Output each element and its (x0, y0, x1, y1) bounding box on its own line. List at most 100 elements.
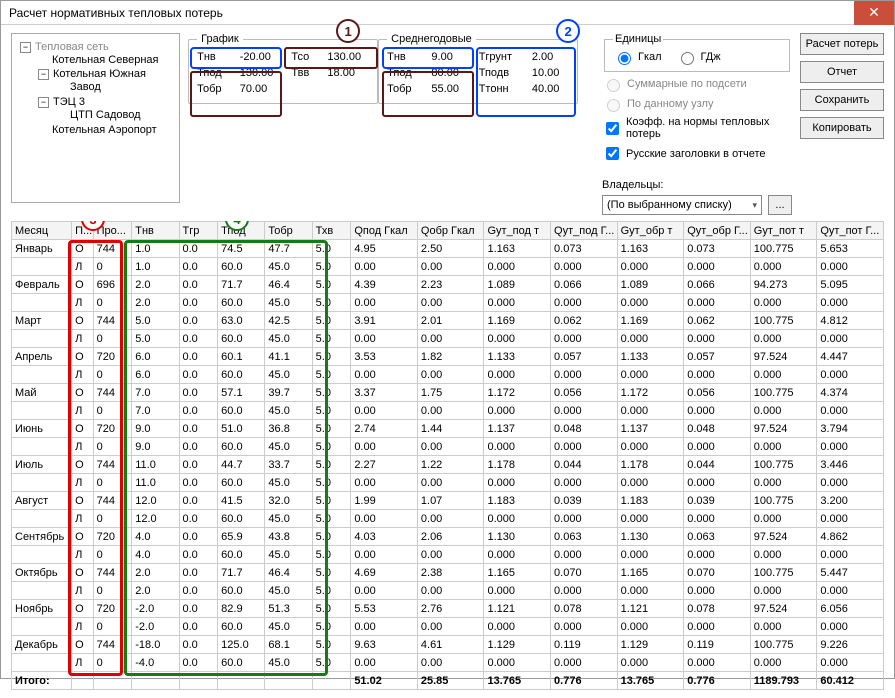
table-cell[interactable]: -2.0 (132, 600, 179, 618)
table-row[interactable]: ОктябрьО7442.00.071.746.45.04.692.381.16… (12, 564, 884, 582)
table-cell[interactable]: 0.000 (817, 438, 884, 456)
table-cell[interactable]: 0.000 (484, 582, 551, 600)
table-cell[interactable]: 0.057 (551, 348, 618, 366)
table-cell[interactable]: 45.0 (265, 546, 312, 564)
table-cell[interactable]: 0.0 (179, 330, 218, 348)
owners-browse-button[interactable]: ... (768, 195, 792, 215)
table-cell[interactable]: 1.133 (484, 348, 551, 366)
table-cell[interactable]: 5.095 (817, 276, 884, 294)
table-cell[interactable]: 6.0 (132, 348, 179, 366)
table-cell[interactable]: 0.000 (684, 474, 751, 492)
table-cell[interactable]: 744 (93, 636, 132, 654)
table-cell[interactable]: 0.000 (484, 330, 551, 348)
table-cell[interactable]: 36.8 (265, 420, 312, 438)
table-cell[interactable]: 65.9 (218, 528, 265, 546)
table-cell[interactable]: 0.000 (551, 330, 618, 348)
table-cell[interactable] (12, 618, 72, 636)
table-cell[interactable]: 0.000 (817, 654, 884, 672)
table-cell[interactable]: -18.0 (132, 636, 179, 654)
table-cell[interactable]: 0.00 (351, 654, 418, 672)
table-cell[interactable]: 0.000 (817, 582, 884, 600)
table-cell[interactable]: 0.000 (484, 402, 551, 420)
table-cell[interactable]: 60.0 (218, 618, 265, 636)
table-cell[interactable]: 5.0 (132, 330, 179, 348)
table-cell[interactable]: 0 (93, 546, 132, 564)
table-cell[interactable] (12, 402, 72, 420)
table-cell[interactable]: 720 (93, 420, 132, 438)
table-cell[interactable]: Л (72, 258, 93, 276)
table-cell[interactable] (12, 474, 72, 492)
table-cell[interactable]: 3.91 (351, 312, 418, 330)
table-cell[interactable]: 720 (93, 348, 132, 366)
table-cell[interactable]: 0.0 (179, 402, 218, 420)
network-tree[interactable]: −Тепловая сеть Котельная Северная −Котел… (11, 33, 180, 203)
table-cell[interactable]: 0.000 (617, 330, 684, 348)
table-cell[interactable]: 3.53 (351, 348, 418, 366)
table-cell[interactable]: 0.000 (750, 618, 817, 636)
table-cell[interactable]: 5.0 (132, 312, 179, 330)
table-cell[interactable]: 6.0 (132, 366, 179, 384)
table-cell[interactable]: 0.000 (750, 402, 817, 420)
table-cell[interactable]: 0.00 (417, 402, 484, 420)
table-cell[interactable]: 45.0 (265, 330, 312, 348)
table-cell[interactable]: 0.073 (684, 240, 751, 258)
column-header[interactable]: Месяц (12, 222, 72, 240)
table-cell[interactable]: 57.1 (218, 384, 265, 402)
table-cell[interactable]: 0.0 (179, 276, 218, 294)
table-cell[interactable]: 12.0 (132, 510, 179, 528)
tree-node[interactable]: Котельная Аэропорт (34, 123, 175, 137)
table-cell[interactable]: 0.000 (551, 294, 618, 312)
owners-combo[interactable]: (По выбранному списку)▾ (602, 195, 762, 215)
table-cell[interactable]: 0.0 (179, 420, 218, 438)
table-cell[interactable]: Июнь (12, 420, 72, 438)
table-cell[interactable]: 0 (93, 366, 132, 384)
table-row[interactable]: ЯнварьО7441.00.074.547.75.04.952.501.163… (12, 240, 884, 258)
table-cell[interactable]: 0.000 (484, 546, 551, 564)
table-cell[interactable]: 51.0 (218, 420, 265, 438)
table-cell[interactable] (12, 294, 72, 312)
table-cell[interactable]: 1.129 (484, 636, 551, 654)
table-cell[interactable]: 0.000 (617, 438, 684, 456)
table-cell[interactable]: 0.000 (684, 546, 751, 564)
table-cell[interactable]: 3.446 (817, 456, 884, 474)
table-cell[interactable]: 0.00 (351, 546, 418, 564)
table-cell[interactable]: 74.5 (218, 240, 265, 258)
table-cell[interactable]: Август (12, 492, 72, 510)
table-cell[interactable]: О (72, 312, 93, 330)
table-cell[interactable]: 5.0 (312, 618, 351, 636)
table-cell[interactable]: Л (72, 618, 93, 636)
table-cell[interactable]: 5.0 (312, 402, 351, 420)
table-cell[interactable]: 5.0 (312, 582, 351, 600)
table-cell[interactable]: 5.0 (312, 438, 351, 456)
table-cell[interactable]: 9.63 (351, 636, 418, 654)
atobr-input[interactable]: 55.00 (431, 83, 468, 95)
table-cell[interactable]: О (72, 348, 93, 366)
coef-checkbox[interactable]: Коэфф. на нормы тепловых потерь (602, 116, 792, 140)
table-cell[interactable]: 1.129 (617, 636, 684, 654)
table-cell[interactable]: 0.0 (179, 636, 218, 654)
table-cell[interactable]: 125.0 (218, 636, 265, 654)
table-cell[interactable]: 744 (93, 384, 132, 402)
table-cell[interactable]: 0.000 (617, 258, 684, 276)
table-cell[interactable]: 0.0 (179, 240, 218, 258)
table-cell[interactable]: 0.00 (417, 474, 484, 492)
table-cell[interactable]: 0.0 (179, 654, 218, 672)
tnv-input[interactable]: -20.00 (240, 51, 282, 63)
table-cell[interactable]: Октябрь (12, 564, 72, 582)
table-cell[interactable]: 4.03 (351, 528, 418, 546)
table-cell[interactable]: 0.044 (551, 456, 618, 474)
table-cell[interactable]: 5.0 (312, 528, 351, 546)
table-cell[interactable]: -2.0 (132, 618, 179, 636)
table-cell[interactable]: 0.000 (484, 654, 551, 672)
table-cell[interactable]: 0.000 (484, 474, 551, 492)
table-cell[interactable]: 1.137 (484, 420, 551, 438)
table-cell[interactable]: 0.000 (551, 546, 618, 564)
table-row[interactable]: Л012.00.060.045.05.00.000.000.0000.0000.… (12, 510, 884, 528)
table-cell[interactable]: 0.070 (551, 564, 618, 582)
table-cell[interactable]: 60.0 (218, 402, 265, 420)
table-cell[interactable]: 60.0 (218, 654, 265, 672)
table-cell[interactable]: 4.0 (132, 546, 179, 564)
table-cell[interactable]: 0.0 (179, 438, 218, 456)
table-cell[interactable]: 4.812 (817, 312, 884, 330)
sum-subnet-radio[interactable]: Суммарные по подсети (602, 76, 792, 92)
